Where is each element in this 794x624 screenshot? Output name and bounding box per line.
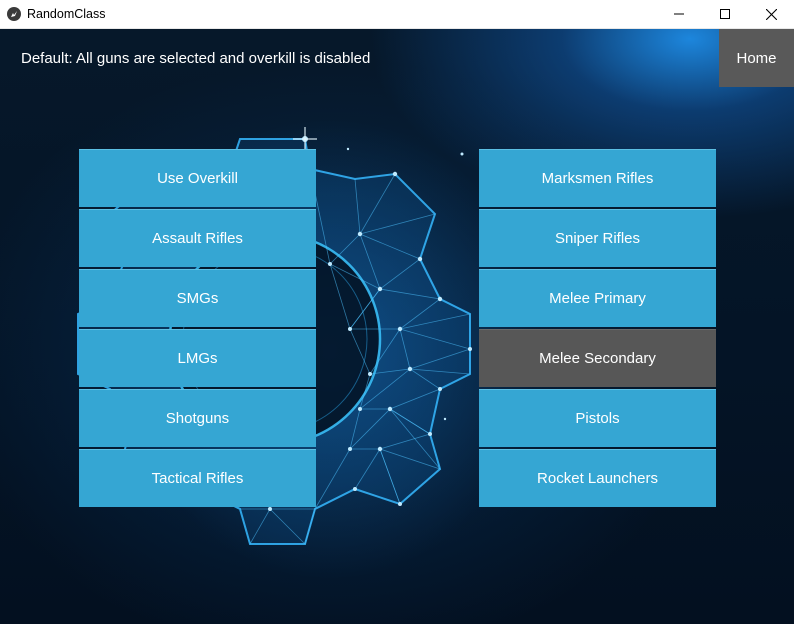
melee-secondary-button[interactable]: Melee Secondary (479, 329, 716, 387)
maximize-button[interactable] (702, 0, 748, 28)
tactical-rifles-button[interactable]: Tactical Rifles (79, 449, 316, 507)
maximize-icon (720, 9, 730, 19)
pistols-button[interactable]: Pistols (479, 389, 716, 447)
sniper-rifles-button[interactable]: Sniper Rifles (479, 209, 716, 267)
home-button[interactable]: Home (719, 29, 794, 87)
melee-primary-button[interactable]: Melee Primary (479, 269, 716, 327)
minimize-icon (674, 13, 684, 15)
rocket-launchers-button[interactable]: Rocket Launchers (479, 449, 716, 507)
shotguns-button[interactable]: Shotguns (79, 389, 316, 447)
title-bar: RandomClass (0, 0, 794, 29)
assault-rifles-button[interactable]: Assault Rifles (79, 209, 316, 267)
lmgs-button[interactable]: LMGs (79, 329, 316, 387)
minimize-button[interactable] (656, 0, 702, 28)
app-canvas: Default: All guns are selected and overk… (0, 29, 794, 624)
use-overkill-button[interactable]: Use Overkill (79, 149, 316, 207)
smgs-button[interactable]: SMGs (79, 269, 316, 327)
status-message: Default: All guns are selected and overk… (21, 50, 371, 67)
kivy-app-icon (7, 7, 21, 21)
close-button[interactable] (748, 0, 794, 28)
window-title: RandomClass (27, 7, 106, 21)
close-icon (765, 8, 777, 20)
marksmen-rifles-button[interactable]: Marksmen Rifles (479, 149, 716, 207)
window-controls (656, 0, 794, 28)
